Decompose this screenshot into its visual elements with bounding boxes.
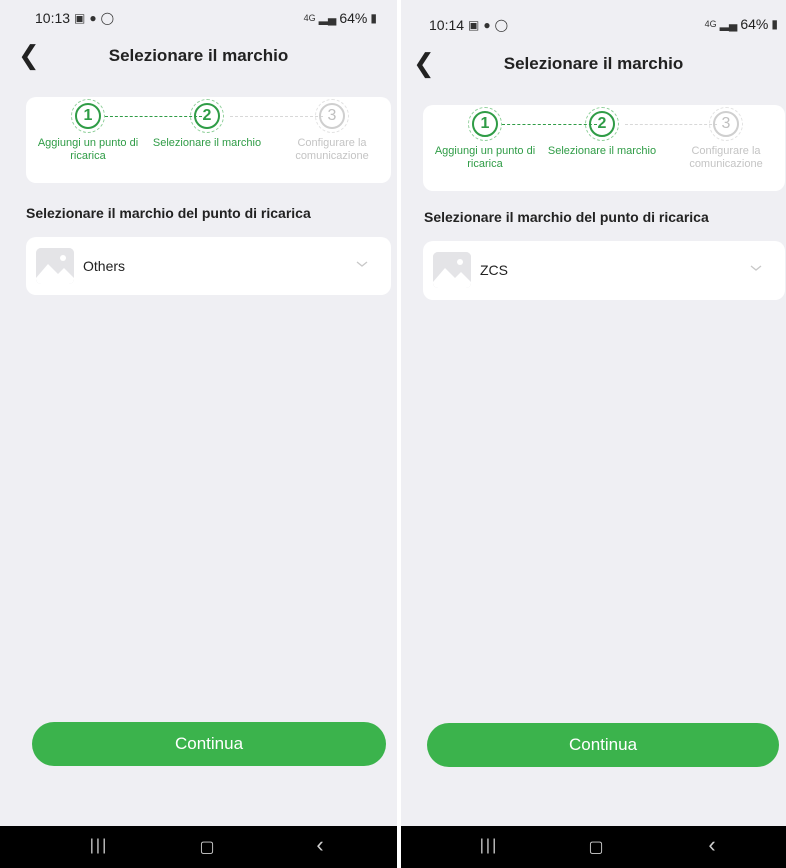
- image-placeholder-icon: [433, 252, 471, 288]
- step-2: 2 Selezionare il marchio: [542, 107, 662, 158]
- progress-stepper: 1 Aggiungi un punto di ricarica 2 Selezi…: [423, 105, 785, 191]
- recent-apps-icon[interactable]: |||: [474, 837, 504, 857]
- home-icon[interactable]: ▢: [192, 837, 222, 857]
- section-label: Selezionare il marchio del punto di rica…: [26, 205, 311, 221]
- page-title: Selezionare il marchio: [503, 54, 684, 73]
- status-bar: 10:14 ▣ ● ◯ 4G ▂▄ 64% ▮: [401, 0, 786, 33]
- chevron-down-icon: [750, 265, 762, 271]
- signal-icon: ▂▄: [318, 11, 337, 25]
- brand-dropdown[interactable]: Others: [26, 237, 391, 295]
- page-title: Selezionare il marchio: [108, 46, 289, 65]
- step-label: Aggiungi un punto di ricarica: [434, 145, 536, 170]
- recent-apps-icon[interactable]: |||: [84, 837, 114, 857]
- step-label: Aggiungi un punto di ricarica: [37, 137, 139, 162]
- continue-button[interactable]: Continua: [427, 723, 779, 767]
- brand-selected-value: ZCS: [480, 262, 508, 278]
- step-number: 2: [585, 107, 619, 141]
- step-1: 1 Aggiungi un punto di ricarica: [28, 99, 148, 163]
- step-1: 1 Aggiungi un punto di ricarica: [425, 107, 545, 171]
- signal-type: 4G: [303, 13, 316, 23]
- status-time: 10:14: [429, 17, 465, 33]
- whatsapp-icon: ●: [89, 11, 97, 25]
- progress-stepper: 1 Aggiungi un punto di ricarica 2 Selezi…: [26, 97, 391, 183]
- status-time: 10:13: [35, 10, 71, 26]
- step-number: 2: [190, 99, 224, 133]
- chevron-down-icon: [356, 261, 368, 267]
- gallery-icon: ▣: [74, 11, 86, 25]
- nav-back-icon[interactable]: ‹: [697, 832, 727, 857]
- signal-type: 4G: [704, 19, 717, 29]
- battery-percent: 64%: [740, 16, 769, 32]
- phone-screen-left: 10:13 ▣ ● ◯ 4G ▂▄ 64% ▮ ❮ Selezionare il…: [0, 0, 397, 868]
- android-nav-bar: ||| ▢ ‹: [401, 826, 786, 868]
- step-number: 1: [71, 99, 105, 133]
- step-label: Configurare la comunicazione: [295, 137, 369, 162]
- status-bar: 10:13 ▣ ● ◯ 4G ▂▄ 64% ▮: [0, 0, 397, 30]
- android-nav-bar: ||| ▢ ‹: [0, 826, 397, 868]
- step-number: 3: [709, 107, 743, 141]
- step-3: 3 Configurare la comunicazione: [272, 99, 392, 163]
- b-badge-icon: ◯: [494, 18, 509, 32]
- brand-dropdown[interactable]: ZCS: [423, 241, 785, 300]
- step-number: 3: [315, 99, 349, 133]
- brand-selected-value: Others: [83, 258, 126, 274]
- battery-percent: 64%: [339, 10, 368, 26]
- battery-icon: ▮: [771, 17, 778, 31]
- step-number: 1: [468, 107, 502, 141]
- step-label: Configurare la comunicazione: [689, 145, 763, 170]
- step-2: 2 Selezionare il marchio: [147, 99, 267, 150]
- top-app-bar: ❮ Selezionare il marchio: [0, 30, 397, 80]
- home-icon[interactable]: ▢: [581, 837, 611, 857]
- section-label: Selezionare il marchio del punto di rica…: [424, 209, 709, 225]
- b-badge-icon: ◯: [100, 11, 115, 25]
- top-app-bar: ❮ Selezionare il marchio: [401, 38, 786, 88]
- nav-back-icon[interactable]: ‹: [305, 832, 335, 857]
- phone-screen-right: 10:14 ▣ ● ◯ 4G ▂▄ 64% ▮ ❮ Selezionare il…: [401, 0, 786, 868]
- whatsapp-icon: ●: [483, 18, 491, 32]
- image-placeholder-icon: [36, 248, 74, 284]
- step-label: Selezionare il marchio: [152, 137, 262, 149]
- step-label: Selezionare il marchio: [547, 145, 657, 157]
- continue-button[interactable]: Continua: [32, 722, 386, 766]
- step-3: 3 Configurare la comunicazione: [666, 107, 786, 171]
- gallery-icon: ▣: [468, 18, 480, 32]
- signal-icon: ▂▄: [719, 17, 738, 31]
- battery-icon: ▮: [370, 11, 377, 25]
